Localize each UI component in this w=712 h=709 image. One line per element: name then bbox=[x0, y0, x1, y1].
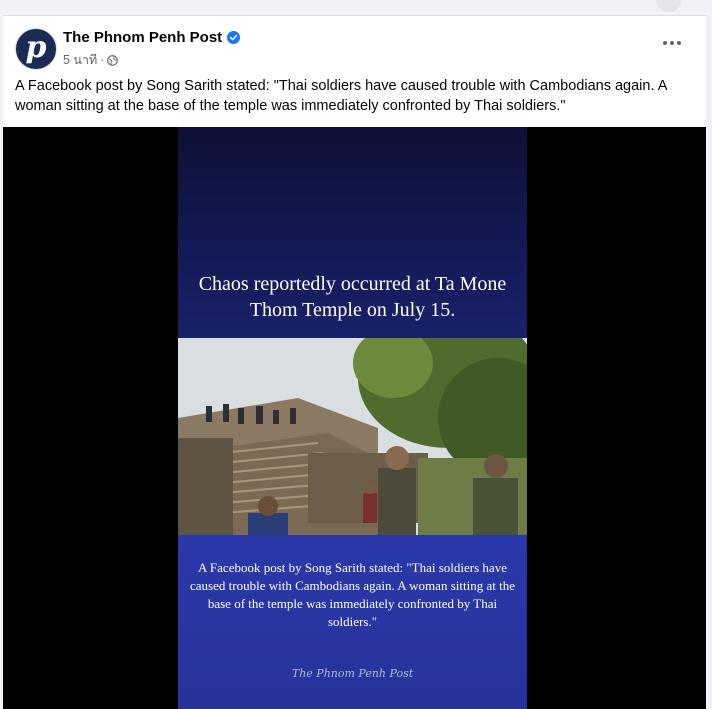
video-caption: A Facebook post by Song Sarith stated: "… bbox=[190, 560, 515, 629]
more-options-icon[interactable] bbox=[654, 30, 690, 56]
video-scene-image bbox=[178, 338, 527, 535]
page-name-link[interactable]: The Phnom Penh Post bbox=[63, 29, 222, 46]
post-meta: 5 นาที · bbox=[63, 50, 119, 70]
video-watermark: The Phnom Penh Post bbox=[291, 667, 414, 680]
video-frame[interactable]: Chaos reportedly occurred at Ta Mone Tho… bbox=[178, 127, 527, 709]
post-text: A Facebook post by Song Sarith stated: "… bbox=[15, 78, 667, 114]
top-strip bbox=[0, 0, 712, 16]
temple-scene-illustration bbox=[178, 338, 527, 535]
previous-post-button[interactable] bbox=[656, 0, 682, 12]
post-card: p The Phnom Penh Post 5 นาที · A Faceboo… bbox=[3, 16, 706, 709]
video-player[interactable]: Chaos reportedly occurred at Ta Mone Tho… bbox=[3, 127, 706, 709]
video-title: Chaos reportedly occurred at Ta Mone Tho… bbox=[198, 273, 507, 321]
avatar-letter: p bbox=[25, 29, 47, 65]
verified-badge-icon bbox=[227, 31, 241, 44]
page-avatar[interactable]: p bbox=[15, 28, 57, 70]
globe-icon[interactable] bbox=[107, 54, 119, 66]
page-name-row: The Phnom Penh Post bbox=[63, 29, 241, 46]
post-timestamp[interactable]: 5 นาที bbox=[63, 50, 97, 70]
meta-separator: · bbox=[100, 53, 105, 67]
